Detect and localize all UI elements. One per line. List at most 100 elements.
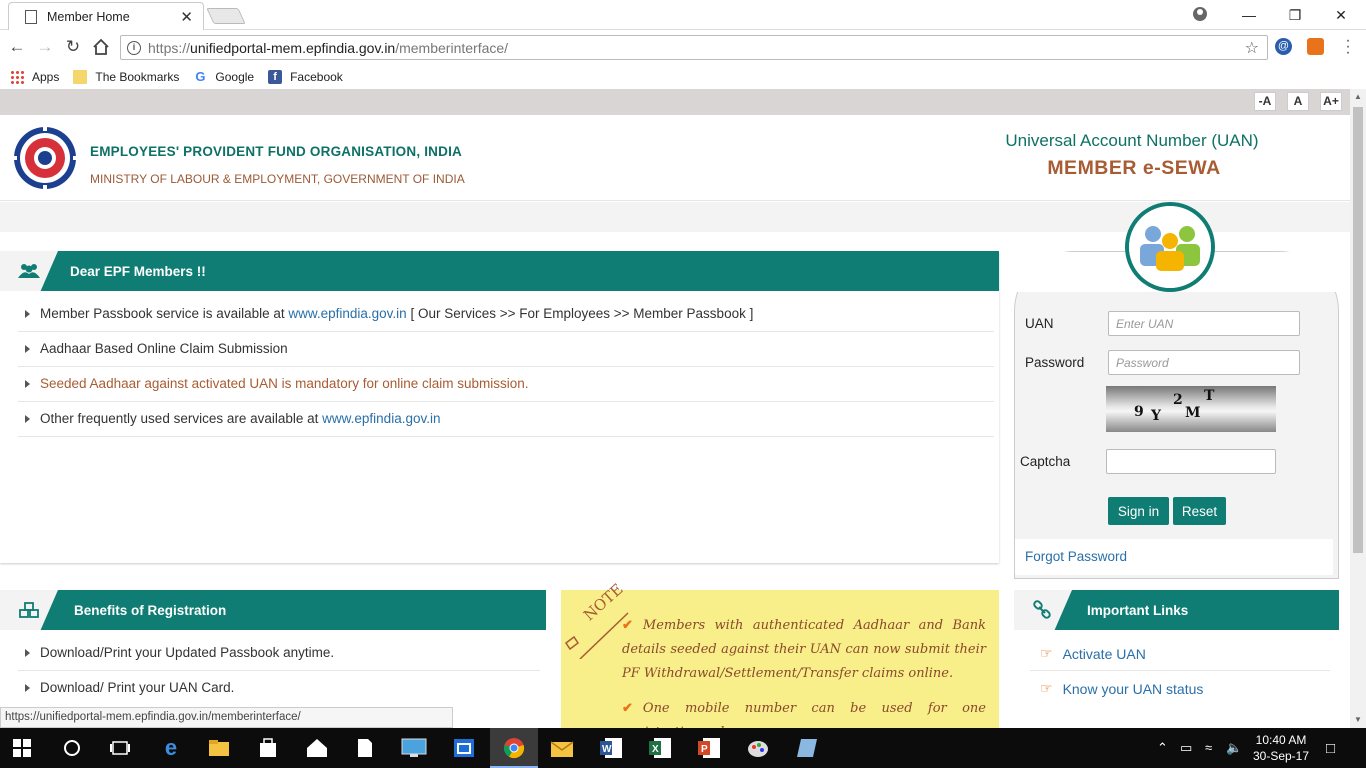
clock-date: 30-Sep-17 <box>1252 749 1310 763</box>
decrease-font-button[interactable]: -A <box>1254 92 1276 111</box>
document-icon[interactable] <box>351 734 379 762</box>
note-line: ✔One mobile number can be used for one r… <box>622 697 986 728</box>
item-text: Member Passbook service is available at <box>40 306 289 321</box>
divider <box>18 401 994 402</box>
forward-icon[interactable]: → <box>34 36 56 58</box>
home-icon[interactable] <box>90 36 112 58</box>
captcha-input[interactable] <box>1106 449 1276 474</box>
bullet-icon <box>25 683 30 692</box>
volume-icon[interactable]: 🔈 <box>1226 740 1242 756</box>
link-label: Know your UAN status <box>1062 680 1204 697</box>
scroll-up-icon[interactable]: ▲ <box>1354 92 1362 101</box>
esewa-title: MEMBER e-SEWA <box>1047 157 1221 179</box>
note-text: Members with authenticated Aadhaar and B… <box>622 618 986 681</box>
item-text: Download/ Print your UAN Card. <box>40 680 235 695</box>
new-tab-button[interactable] <box>206 8 246 24</box>
store-icon[interactable] <box>254 734 282 762</box>
uan-input[interactable]: Enter UAN <box>1108 311 1300 336</box>
reload-icon[interactable]: ↻ <box>62 36 84 58</box>
site-header: EMPLOYEES' PROVIDENT FUND ORGANISATION, … <box>0 115 1350 201</box>
benefits-panel-title: Benefits of Registration <box>74 602 227 618</box>
captcha-char: 2 <box>1173 392 1183 408</box>
page-scrollbar[interactable]: ▲ ▼ <box>1350 89 1366 728</box>
edge-icon[interactable]: e <box>157 734 185 762</box>
captcha-char: Y <box>1151 408 1161 424</box>
back-icon[interactable]: ← <box>6 36 28 58</box>
menu-icon[interactable]: · · · <box>1342 33 1354 61</box>
reset-button[interactable]: Reset <box>1173 497 1226 525</box>
normal-font-button[interactable]: A <box>1287 92 1309 111</box>
profile-icon[interactable] <box>1193 7 1207 21</box>
bookmark-apps[interactable]: Apps <box>10 69 60 84</box>
captcha-char: T <box>1204 388 1215 404</box>
captcha-char: M <box>1185 405 1201 421</box>
powerpoint-icon[interactable]: P <box>695 734 723 762</box>
org-name: EMPLOYEES' PROVIDENT FUND ORGANISATION, … <box>90 144 462 159</box>
browser-tab[interactable]: Member Home ✕ <box>8 2 204 30</box>
desktop-app-icon[interactable] <box>400 734 428 762</box>
url-host: unifiedportal-mem.epfindia.gov.in <box>190 39 396 56</box>
chrome-icon[interactable] <box>500 734 528 762</box>
paint-icon[interactable] <box>744 734 772 762</box>
bookmark-facebook[interactable]: f Facebook <box>268 69 343 84</box>
bookmark-label: Apps <box>32 69 60 84</box>
mail-icon[interactable] <box>548 734 576 762</box>
file-explorer-icon[interactable] <box>205 734 233 762</box>
tab-close-icon[interactable]: ✕ <box>180 8 193 26</box>
tray-chevron-icon[interactable]: ⌃ <box>1157 740 1168 756</box>
wifi-icon[interactable]: ≈ <box>1205 740 1212 755</box>
task-view-icon[interactable] <box>106 734 134 762</box>
members-notice-panel <box>0 252 999 563</box>
forgot-password-link[interactable]: Forgot Password <box>1025 549 1127 564</box>
extension-icon[interactable] <box>1307 38 1324 55</box>
epfindia-link[interactable]: www.epfindia.gov.in <box>322 411 440 426</box>
restore-button[interactable]: ❐ <box>1272 0 1318 30</box>
excel-icon[interactable]: X <box>646 734 674 762</box>
search-icon[interactable] <box>58 734 86 762</box>
battery-icon[interactable]: ▭ <box>1180 740 1192 756</box>
home-app-icon[interactable] <box>303 734 331 762</box>
list-item: Member Passbook service is available at … <box>25 306 753 321</box>
tab-strip: Member Home ✕ — ❐ ✕ <box>0 0 1366 30</box>
status-bar-url: https://unifiedportal-mem.epfindia.gov.i… <box>0 707 453 728</box>
notifications-icon[interactable]: □ <box>1326 740 1335 757</box>
tab-title: Member Home <box>47 9 130 24</box>
app-icon[interactable] <box>450 734 478 762</box>
item-text: Seeded Aadhaar against activated UAN is … <box>40 376 529 391</box>
bookmark-star-icon[interactable]: ☆ <box>1245 38 1259 58</box>
members-icon <box>0 251 58 291</box>
bullet-icon <box>25 379 30 388</box>
site-info-icon[interactable]: i <box>127 40 141 55</box>
system-clock[interactable]: 10:40 AM 30-Sep-17 <box>1250 732 1312 764</box>
epfo-logo <box>11 125 79 191</box>
google-icon: G <box>195 68 206 84</box>
bookmark-label: The Bookmarks <box>95 69 180 84</box>
start-button[interactable] <box>8 734 36 762</box>
increase-font-button[interactable]: A+ <box>1320 92 1342 111</box>
word-icon[interactable]: W <box>597 734 625 762</box>
url-scheme: https:// <box>148 39 191 56</box>
password-input[interactable]: Password <box>1108 350 1300 375</box>
item-text: [ Our Services >> For Employees >> Membe… <box>406 306 754 321</box>
divider <box>18 436 994 437</box>
check-icon: ✔ <box>622 618 633 633</box>
uan-status-link[interactable]: ☞ Know your UAN status <box>1040 680 1203 697</box>
notes-app-icon[interactable] <box>793 734 821 762</box>
epfindia-link[interactable]: www.epfindia.gov.in <box>288 306 406 321</box>
bookmark-label: Facebook <box>290 69 343 84</box>
extension-icon[interactable]: @ <box>1275 38 1292 55</box>
bookmark-folder[interactable]: The Bookmarks <box>73 69 180 84</box>
page-icon <box>25 9 37 24</box>
bookmark-google[interactable]: G Google <box>193 68 254 84</box>
important-links-header: Important Links <box>1014 590 1339 630</box>
activate-uan-link[interactable]: ☞ Activate UAN <box>1040 645 1146 662</box>
scroll-down-icon[interactable]: ▼ <box>1354 715 1362 724</box>
minimize-button[interactable]: — <box>1226 0 1272 30</box>
signin-button[interactable]: Sign in <box>1108 497 1169 525</box>
address-bar[interactable]: i https://unifiedportal-mem.epfindia.gov… <box>120 35 1268 60</box>
close-window-button[interactable]: ✕ <box>1318 0 1364 30</box>
scrollbar-thumb[interactable] <box>1353 107 1363 553</box>
svg-text:X: X <box>652 744 659 755</box>
captcha-char: 9 <box>1134 404 1144 420</box>
bullet-icon <box>25 648 30 657</box>
